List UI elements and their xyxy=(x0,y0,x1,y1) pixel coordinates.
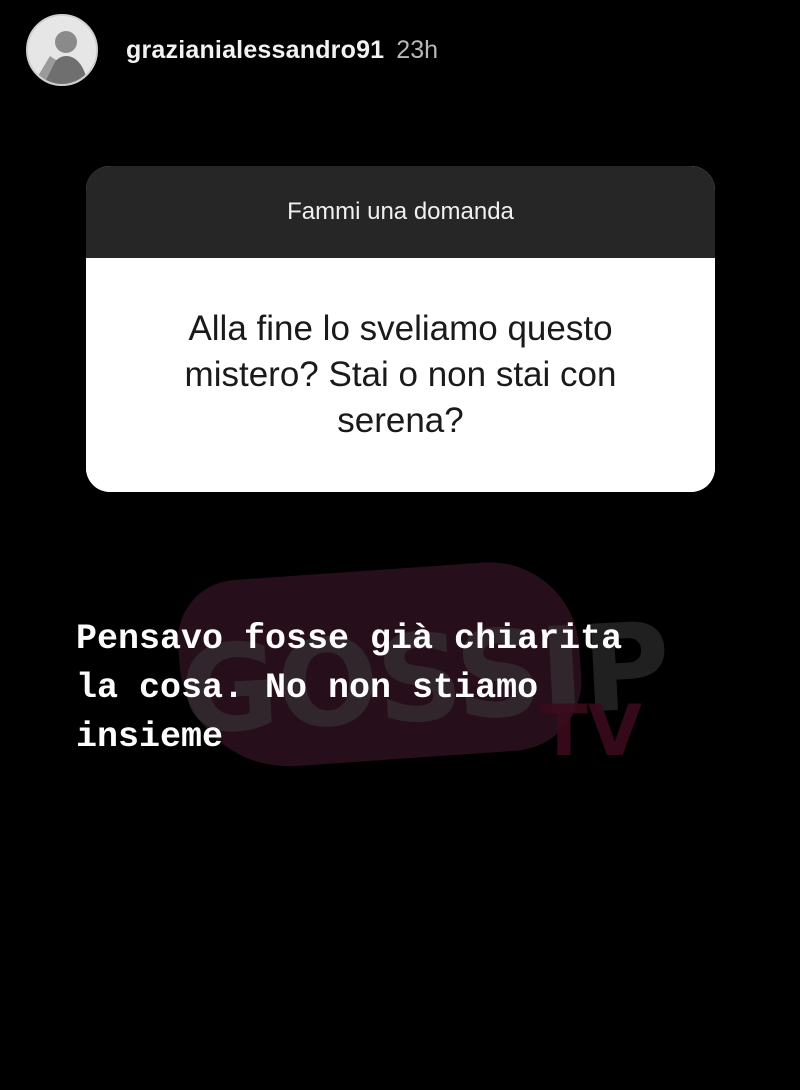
story-view[interactable]: grazianialessandro91 23h Fammi una doman… xyxy=(0,0,800,1090)
question-sticker-body: Alla fine lo sveliamo questo mistero? St… xyxy=(86,258,715,492)
story-timestamp: 23h xyxy=(396,35,439,64)
question-sticker[interactable]: Fammi una domanda Alla fine lo sveliamo … xyxy=(86,166,715,492)
avatar-photo-icon xyxy=(28,16,96,84)
avatar[interactable] xyxy=(26,14,98,86)
question-sticker-title: Fammi una domanda xyxy=(86,166,715,258)
question-text: Alla fine lo sveliamo questo mistero? St… xyxy=(184,309,617,440)
story-header: grazianialessandro91 23h xyxy=(26,12,438,88)
answer-text: Pensavo fosse già chiarita la cosa. No n… xyxy=(76,619,623,757)
username[interactable]: grazianialessandro91 xyxy=(126,36,384,65)
